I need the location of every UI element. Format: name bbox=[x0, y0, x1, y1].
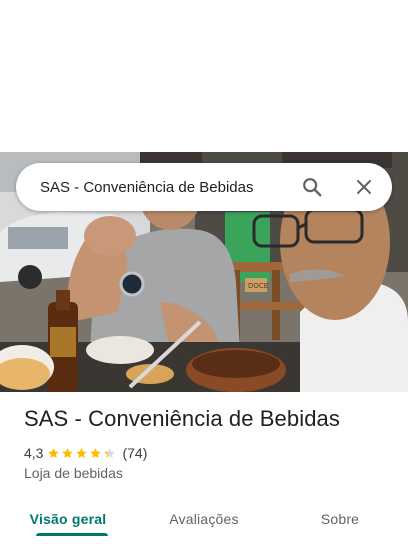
review-count[interactable]: (74) bbox=[122, 445, 147, 461]
tab-label: Sobre bbox=[320, 511, 360, 527]
search-bar[interactable]: SAS - Conveniência de Bebidas bbox=[16, 163, 392, 211]
tab-about[interactable]: Sobre bbox=[272, 494, 408, 544]
rating-value: 4,3 bbox=[24, 445, 44, 461]
star-icon bbox=[90, 447, 102, 458]
blank-header-area bbox=[0, 0, 408, 152]
place-title: SAS - Conveniência de Bebidas bbox=[24, 406, 340, 431]
search-input[interactable]: SAS - Conveniência de Bebidas bbox=[16, 179, 300, 196]
star-icon bbox=[48, 447, 60, 458]
tab-label: Avaliações bbox=[169, 511, 239, 527]
star-icon bbox=[104, 447, 116, 458]
star-icon bbox=[76, 447, 88, 458]
svg-text:DOCE: DOCE bbox=[248, 282, 268, 290]
tab-label: Visão geral bbox=[29, 511, 107, 527]
rating-row[interactable]: 4,3 (74) bbox=[24, 444, 147, 462]
close-icon[interactable] bbox=[352, 175, 376, 199]
place-category: Loja de bebidas bbox=[24, 465, 123, 481]
tab-overview[interactable]: Visão geral bbox=[0, 494, 136, 544]
search-icon[interactable] bbox=[300, 175, 324, 199]
rating-stars bbox=[47, 447, 117, 460]
active-tab-indicator bbox=[36, 533, 108, 536]
tab-reviews[interactable]: Avaliações bbox=[136, 494, 272, 544]
tab-bar: Visão geral Avaliações Sobre bbox=[0, 494, 408, 544]
star-icon bbox=[62, 447, 74, 458]
